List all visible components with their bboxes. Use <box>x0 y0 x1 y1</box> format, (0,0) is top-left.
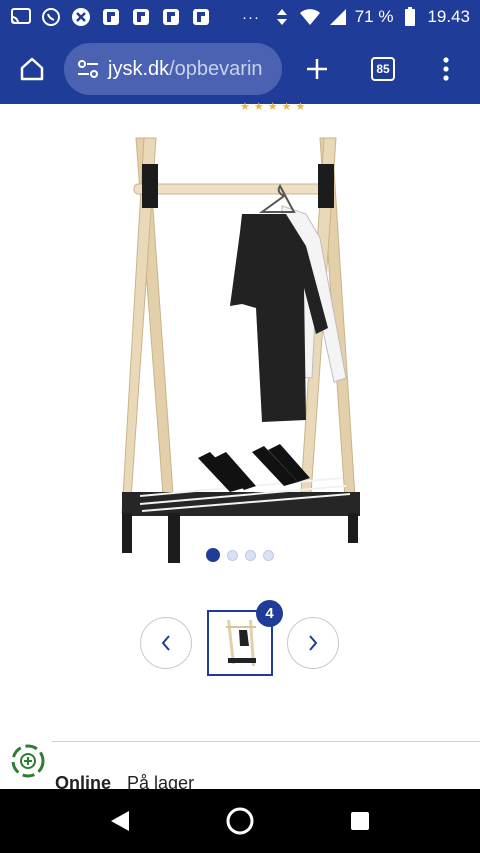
flipboard-icon-4 <box>190 6 212 28</box>
system-indicators: 71 % 19.43 <box>271 6 470 28</box>
star-icon: ★ <box>281 101 292 113</box>
data-transfer-icon <box>271 6 293 28</box>
back-button[interactable] <box>90 791 150 851</box>
cast-icon <box>10 6 32 28</box>
star-icon: ★ <box>253 101 264 113</box>
notification-icons: ··· <box>10 6 260 28</box>
carousel-dot-4[interactable] <box>263 549 274 561</box>
home-button[interactable] <box>0 34 64 104</box>
chevron-right-icon <box>309 635 318 651</box>
back-triangle-icon <box>111 811 129 831</box>
star-icon: ★ <box>295 101 306 113</box>
status-bar: ··· 71 % 19.43 <box>0 0 480 34</box>
flipboard-icon-2 <box>130 6 152 28</box>
carousel-dot-2[interactable] <box>227 549 238 561</box>
tab-switcher-button[interactable]: 85 <box>352 34 414 104</box>
recents-square-icon <box>351 812 369 830</box>
carousel-dot-3[interactable] <box>245 549 256 561</box>
online-stock-icon <box>8 741 48 781</box>
address-bar[interactable]: jysk.dk/opbevarin <box>64 43 282 95</box>
browser-menu-button[interactable] <box>414 34 478 104</box>
more-vert-icon <box>443 57 449 81</box>
battery-percent: 71 % <box>354 7 394 26</box>
star-icon: ★ <box>240 101 250 113</box>
image-count-badge: 4 <box>256 600 283 627</box>
signal-icon <box>327 6 349 28</box>
previous-image-button[interactable] <box>140 617 192 669</box>
plus-icon <box>307 59 327 79</box>
new-tab-button[interactable] <box>282 34 352 104</box>
battery-icon <box>399 6 421 28</box>
flipboard-icon <box>100 6 122 28</box>
url-domain: jysk.dk <box>108 57 170 80</box>
home-icon <box>20 57 44 81</box>
flipboard-icon-3 <box>160 6 182 28</box>
tab-count: 85 <box>371 57 395 81</box>
home-circle-icon <box>226 807 254 835</box>
carousel-indicator <box>206 548 274 562</box>
section-divider <box>52 741 480 742</box>
more-notifications: ··· <box>242 8 260 26</box>
clock: 19.43 <box>427 7 470 26</box>
whatsapp-icon <box>40 6 62 28</box>
system-navigation-bar <box>0 789 480 853</box>
chevron-left-icon <box>161 635 170 651</box>
next-image-button[interactable] <box>287 617 339 669</box>
recents-button[interactable] <box>330 791 390 851</box>
site-settings-icon[interactable] <box>76 57 100 81</box>
carousel-dot-1[interactable] <box>206 548 220 562</box>
wifi-icon <box>299 6 321 28</box>
app-notification-icon <box>70 6 92 28</box>
product-image[interactable] <box>110 128 370 568</box>
star-icon: ★ <box>267 101 278 113</box>
home-nav-button[interactable] <box>210 791 270 851</box>
browser-toolbar: jysk.dk/opbevarin 85 <box>0 34 480 104</box>
rating-stars: ★ ★ ★ ★ ★ <box>240 100 305 113</box>
url-path: /opbevarin <box>169 57 263 80</box>
